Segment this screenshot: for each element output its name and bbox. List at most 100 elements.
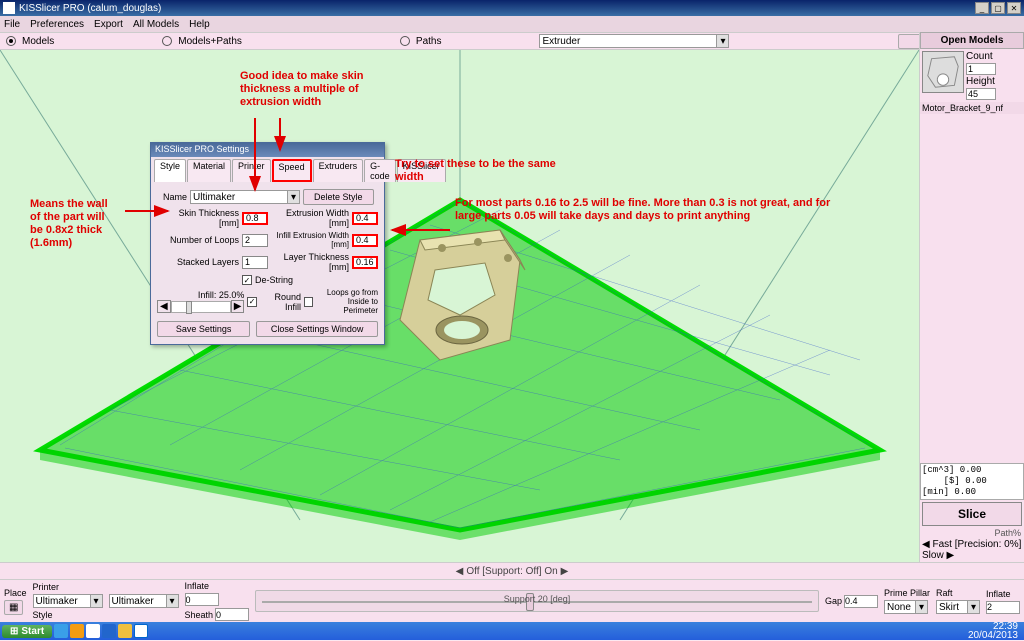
- prime-combo[interactable]: None▾: [884, 600, 928, 614]
- gap-input[interactable]: [844, 595, 878, 608]
- open-models-header: Open Models: [920, 32, 1024, 49]
- menu-help[interactable]: Help: [189, 19, 210, 30]
- skin-label: Skin Thickness [mm]: [157, 208, 239, 228]
- place-button[interactable]: ▦: [4, 600, 23, 615]
- destring-check[interactable]: ✓: [242, 275, 252, 285]
- save-settings-button[interactable]: Save Settings: [157, 321, 250, 337]
- right-panel: Open Models Count Height Motor_Bracket_9…: [919, 32, 1024, 562]
- sheath-label: Sheath: [185, 610, 214, 620]
- taskbar-chrome-icon[interactable]: [86, 624, 100, 638]
- infw-input[interactable]: [352, 234, 378, 247]
- model-thumbnail[interactable]: [922, 51, 964, 93]
- support-prev[interactable]: ◀: [453, 566, 467, 577]
- support-slider-label: Support 20 [deg]: [256, 594, 818, 604]
- name-combo[interactable]: Ultimaker▾: [190, 190, 300, 204]
- taskbar-kisslicer-icon[interactable]: [134, 624, 148, 638]
- chevron-down-icon: ▾: [166, 595, 178, 607]
- radio-models-paths[interactable]: [162, 36, 172, 46]
- minimize-button[interactable]: _: [975, 2, 989, 14]
- infill-right[interactable]: ▶: [231, 300, 245, 313]
- destring-label: De-String: [255, 275, 293, 285]
- taskbar-vlc-icon[interactable]: [70, 624, 84, 638]
- title-bar: KISSlicer PRO (calum_douglas) _ ▢ ✕: [0, 0, 1024, 16]
- loopsfrom-check[interactable]: [304, 297, 313, 307]
- dialog-title: KISSlicer PRO Settings: [151, 143, 384, 157]
- extw-input[interactable]: [352, 212, 378, 225]
- close-button[interactable]: ✕: [1007, 2, 1021, 14]
- menu-export[interactable]: Export: [94, 19, 123, 30]
- label-models: Models: [22, 36, 54, 47]
- path-percent: Path%: [920, 528, 1024, 538]
- style-label: Style: [33, 610, 53, 620]
- prime-label: Prime Pillar: [884, 588, 930, 598]
- taskbar-clock[interactable]: 22:3920/04/2013: [968, 622, 1022, 640]
- height-input[interactable]: [966, 88, 996, 100]
- slice-button[interactable]: Slice: [922, 502, 1022, 526]
- menu-bar: File Preferences Export All Models Help: [0, 16, 1024, 32]
- support-bar: ◀ Off [Support: Off] On ▶: [0, 562, 1024, 580]
- radio-models[interactable]: [6, 36, 16, 46]
- tab-extruders[interactable]: Extruders: [313, 159, 364, 182]
- extruder-combo[interactable]: Extruder ▾: [539, 34, 729, 48]
- inflate2-label: Inflate: [986, 589, 1011, 599]
- infill-left[interactable]: ◀: [157, 300, 171, 313]
- start-button[interactable]: ⊞Start: [2, 625, 52, 638]
- inflate-input[interactable]: [185, 593, 219, 606]
- delete-style-button[interactable]: Delete Style: [303, 189, 374, 205]
- tab-printer[interactable]: Printer: [232, 159, 271, 182]
- app-icon: [3, 2, 15, 14]
- chevron-down-icon: ▾: [90, 595, 102, 607]
- place-label: Place: [4, 588, 27, 598]
- loops-input[interactable]: [242, 234, 268, 247]
- radio-paths[interactable]: [400, 36, 410, 46]
- menu-all-models[interactable]: All Models: [133, 19, 179, 30]
- chevron-down-icon: ▾: [967, 601, 979, 613]
- tab-speed[interactable]: Speed: [272, 159, 312, 182]
- annotation-skin: Good idea to make skin thickness a multi…: [240, 70, 410, 109]
- support-status: Off [Support: Off] On: [466, 566, 557, 577]
- name-label: Name: [157, 192, 187, 202]
- menu-preferences[interactable]: Preferences: [30, 19, 84, 30]
- count-input[interactable]: [966, 63, 996, 75]
- height-label: Height: [966, 76, 996, 87]
- loops-label: Number of Loops: [157, 235, 239, 245]
- tab-style[interactable]: Style: [154, 159, 186, 182]
- raft-combo[interactable]: Skirt▾: [936, 600, 980, 614]
- tab-material[interactable]: Material: [187, 159, 231, 182]
- taskbar-app-icon[interactable]: [102, 624, 116, 638]
- infill-slider[interactable]: [171, 301, 231, 313]
- precision-slider-label[interactable]: ◀ Fast [Precision: 0%] Slow ▶: [920, 538, 1024, 562]
- viewport-3d[interactable]: [0, 50, 919, 562]
- layer-input[interactable]: [352, 256, 378, 269]
- inflate-label: Inflate: [185, 581, 210, 591]
- menu-file[interactable]: File: [4, 19, 20, 30]
- round-check[interactable]: ✓: [247, 297, 256, 307]
- close-settings-button[interactable]: Close Settings Window: [256, 321, 378, 337]
- taskbar-explorer-icon[interactable]: [118, 624, 132, 638]
- inflate2-input[interactable]: [986, 601, 1020, 614]
- printer-combo[interactable]: Ultimaker▾: [33, 594, 103, 608]
- support-next[interactable]: ▶: [558, 566, 572, 577]
- maximize-button[interactable]: ▢: [991, 2, 1005, 14]
- taskbar: ⊞Start 22:3920/04/2013: [0, 622, 1024, 640]
- infill-label: Infill: 25.0%: [157, 290, 244, 300]
- raft-label: Raft: [936, 588, 953, 598]
- stack-input[interactable]: [242, 256, 268, 269]
- annotation-layer: For most parts 0.16 to 2.5 will be fine.…: [455, 197, 855, 223]
- style-combo[interactable]: Ultimaker▾: [109, 594, 179, 608]
- model-name[interactable]: Motor_Bracket_9_nf: [920, 102, 1024, 114]
- stats-box: [cm^3] 0.00 [$] 0.00 [min] 0.00: [920, 463, 1024, 500]
- skin-input[interactable]: [242, 212, 268, 225]
- tab-gcode[interactable]: G-code: [364, 159, 396, 182]
- label-models-paths: Models+Paths: [178, 36, 242, 47]
- count-label: Count: [966, 51, 996, 62]
- taskbar-ie-icon[interactable]: [54, 624, 68, 638]
- extw-label: Extrusion Width [mm]: [271, 208, 349, 228]
- stack-label: Stacked Layers: [157, 257, 239, 267]
- chevron-down-icon: ▾: [915, 601, 927, 613]
- sheath-input[interactable]: [215, 608, 249, 621]
- settings-dialog: KISSlicer PRO Settings Style Material Pr…: [150, 142, 385, 345]
- printer-label: Printer: [33, 582, 60, 592]
- support-slider[interactable]: Support 20 [deg]: [255, 590, 819, 612]
- label-paths: Paths: [416, 36, 442, 47]
